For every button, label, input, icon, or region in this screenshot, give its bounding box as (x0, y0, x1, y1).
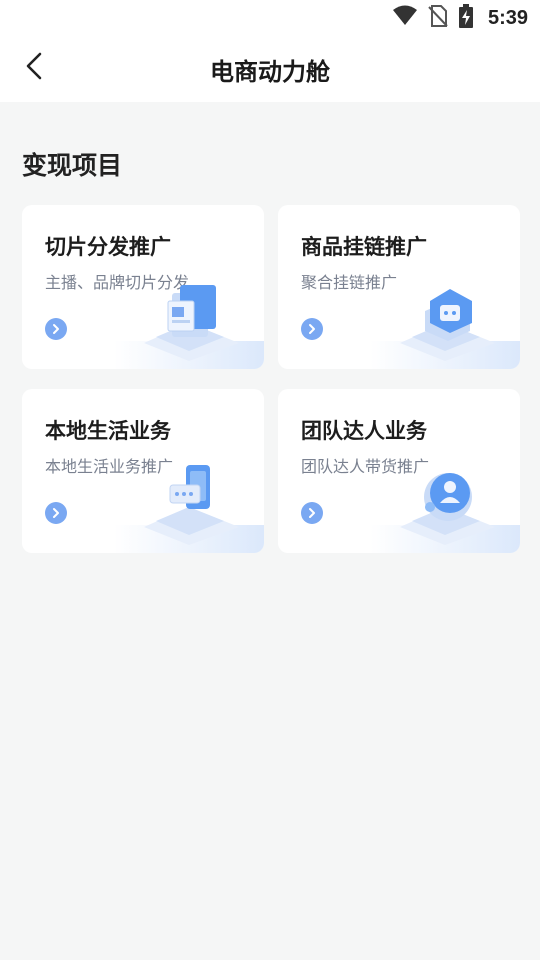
card-arrow-button[interactable] (45, 502, 67, 524)
battery-charging-icon (458, 4, 474, 32)
card-arrow-button[interactable] (301, 318, 323, 340)
shop-illustration-icon (380, 271, 510, 361)
card-clip-promotion[interactable]: 切片分发推广 主播、品牌切片分发 (22, 205, 264, 369)
chevron-right-icon (51, 320, 61, 339)
card-title: 团队达人业务 (301, 419, 427, 443)
back-button[interactable] (14, 48, 54, 88)
status-time: 5:39 (487, 6, 528, 29)
card-arrow-button[interactable] (45, 318, 67, 340)
project-grid: 切片分发推广 主播、品牌切片分发 商品挂链推广 聚合挂链推广 本地生活业务 本地… (22, 205, 520, 553)
chevron-right-icon (307, 504, 317, 523)
app-bar: 电商动力舱 (0, 36, 540, 102)
card-arrow-button[interactable] (301, 502, 323, 524)
card-title: 切片分发推广 (45, 235, 171, 259)
card-product-link-promotion[interactable]: 商品挂链推广 聚合挂链推广 (278, 205, 520, 369)
card-title: 商品挂链推广 (301, 235, 427, 259)
section-title: 变现项目 (22, 151, 123, 180)
chevron-right-icon (307, 320, 317, 339)
local-life-illustration-icon (124, 455, 254, 545)
card-team-influencer-business[interactable]: 团队达人业务 团队达人带货推广 (278, 389, 520, 553)
clips-illustration-icon (124, 271, 254, 361)
card-title: 本地生活业务 (45, 419, 171, 443)
team-illustration-icon (380, 455, 510, 545)
wifi-icon (392, 5, 418, 31)
card-local-life-business[interactable]: 本地生活业务 本地生活业务推广 (22, 389, 264, 553)
page-title: 电商动力舱 (210, 57, 330, 86)
no-sim-icon (428, 4, 448, 32)
status-bar: 5:39 (0, 0, 540, 36)
chevron-left-icon (24, 51, 44, 85)
chevron-right-icon (51, 504, 61, 523)
